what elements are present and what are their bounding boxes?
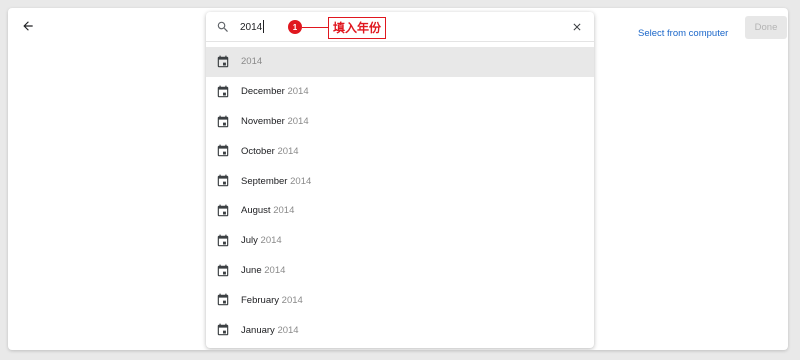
arrow-back-icon — [23, 21, 33, 31]
result-label: 2014 — [241, 56, 262, 67]
result-label: October 2014 — [241, 146, 299, 157]
result-label: November 2014 — [241, 116, 309, 127]
result-year: 2014 — [260, 235, 282, 247]
calendar-icon — [216, 264, 230, 278]
result-month: January — [241, 324, 275, 336]
result-month: February — [241, 294, 280, 306]
result-item[interactable]: January 2014 — [206, 315, 594, 345]
search-panel: 1 填入年份 2014December 2014November 2014Oct… — [206, 12, 594, 348]
search-results-list: 2014 December 2014 November 2014 October 20… — [206, 47, 594, 345]
calendar-icon — [216, 115, 230, 129]
calendar-icon — [216, 144, 230, 158]
result-month: October — [241, 145, 275, 157]
photo-picker-window: Select from computer Done 1 填入年份 2014Dec… — [8, 8, 788, 350]
result-item[interactable]: September 2014 — [206, 166, 594, 196]
close-icon — [573, 23, 581, 31]
result-item[interactable]: July 2014 — [206, 226, 594, 256]
annotation-step-badge: 1 — [288, 20, 302, 34]
search-bar: 1 填入年份 — [206, 12, 594, 42]
result-year: 2014 — [281, 294, 303, 306]
result-label: August 2014 — [241, 205, 294, 216]
result-item[interactable]: February 2014 — [206, 285, 594, 315]
result-year: 2014 — [287, 115, 309, 127]
result-year: 2014 — [264, 264, 286, 276]
back-button[interactable] — [20, 18, 36, 34]
calendar-icon — [216, 204, 230, 218]
calendar-icon — [216, 323, 230, 337]
result-month: July — [241, 235, 258, 247]
result-year: 2014 — [290, 175, 312, 187]
search-icon — [216, 20, 230, 34]
calendar-icon — [216, 174, 230, 188]
result-year: 2014 — [277, 324, 299, 336]
annotation-connector — [302, 27, 328, 28]
text-cursor — [263, 20, 264, 33]
calendar-icon — [216, 234, 230, 248]
search-input[interactable] — [240, 19, 288, 35]
result-month: June — [241, 264, 262, 276]
result-label: February 2014 — [241, 295, 303, 306]
result-month: August — [241, 205, 271, 217]
result-label: December 2014 — [241, 86, 309, 97]
result-item[interactable]: 2014 — [206, 47, 594, 77]
result-item[interactable]: December 2014 — [206, 77, 594, 107]
result-month: September — [241, 175, 288, 187]
result-year: 2014 — [273, 205, 295, 217]
select-from-computer-link[interactable]: Select from computer — [638, 28, 728, 39]
done-button[interactable]: Done — [745, 16, 787, 39]
result-item[interactable]: October 2014 — [206, 136, 594, 166]
calendar-icon — [216, 55, 230, 69]
result-year: 2014 — [277, 145, 299, 157]
calendar-icon — [216, 293, 230, 307]
calendar-icon — [216, 85, 230, 99]
result-label: June 2014 — [241, 265, 285, 276]
result-year: 2014 — [241, 56, 263, 68]
result-year: 2014 — [287, 86, 309, 98]
result-label: July 2014 — [241, 235, 282, 246]
result-month: December — [241, 86, 285, 98]
result-label: January 2014 — [241, 325, 299, 336]
result-label: September 2014 — [241, 176, 311, 187]
clear-search-button[interactable] — [570, 20, 584, 34]
result-item[interactable]: June 2014 — [206, 256, 594, 286]
result-item[interactable]: August 2014 — [206, 196, 594, 226]
annotation-note: 填入年份 — [328, 17, 387, 39]
result-item[interactable]: November 2014 — [206, 107, 594, 137]
result-month: November — [241, 115, 285, 127]
